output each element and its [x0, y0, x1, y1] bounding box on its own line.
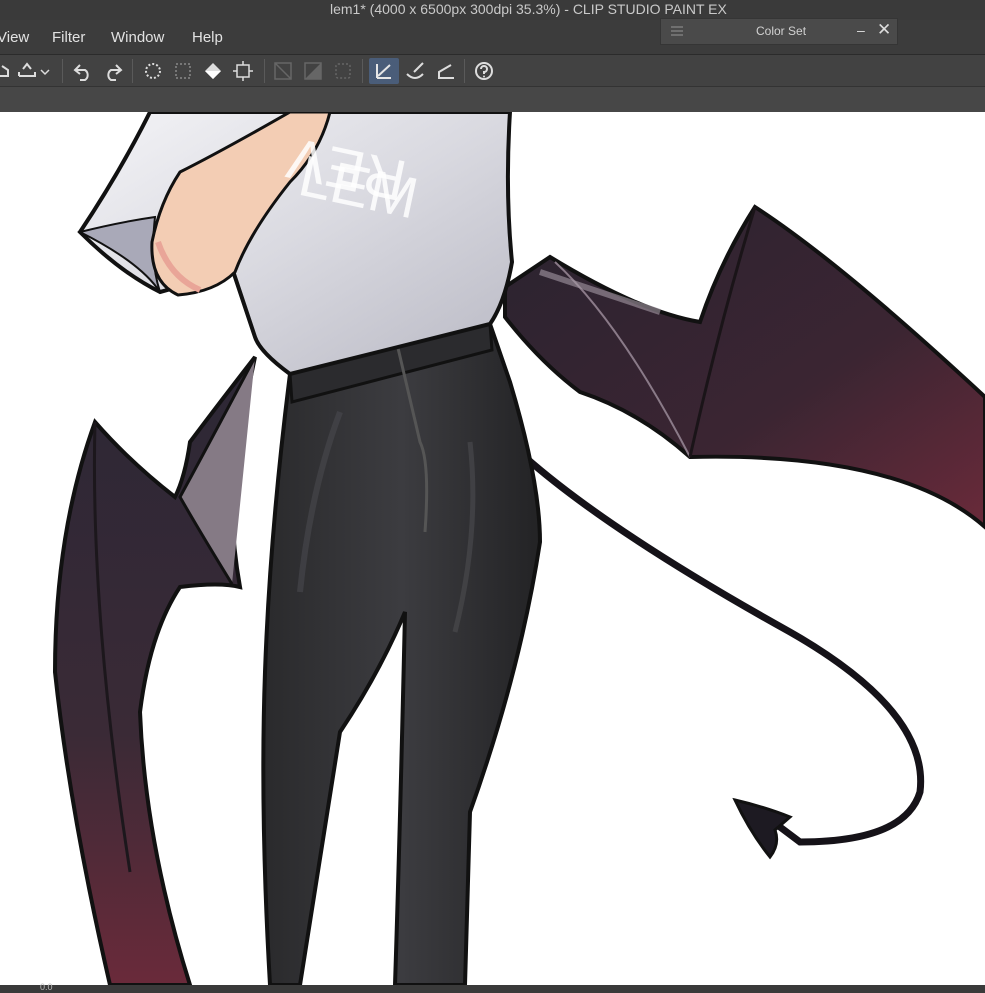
- menu-filter[interactable]: Filter: [52, 29, 85, 46]
- eraser-icon[interactable]: [433, 58, 459, 84]
- deselect-icon[interactable]: [170, 58, 196, 84]
- redo-icon[interactable]: [100, 58, 126, 84]
- drawing-canvas[interactable]: LEM REV: [0, 112, 985, 985]
- fill-bucket-icon[interactable]: [200, 58, 226, 84]
- zoom-readout: 0.0: [40, 982, 53, 992]
- tool-property-bar: [0, 86, 985, 113]
- menu-view[interactable]: View: [0, 29, 29, 46]
- toolbar-separator: [264, 59, 265, 83]
- panel-title: Color Set: [756, 24, 807, 38]
- toolbar-separator: [62, 59, 63, 83]
- chevron-down-icon[interactable]: [38, 58, 52, 84]
- menu-grip-icon[interactable]: [671, 25, 683, 37]
- transform-icon[interactable]: [230, 58, 256, 84]
- toolbar-separator: [132, 59, 133, 83]
- ruler-icon[interactable]: [270, 58, 296, 84]
- undo-icon[interactable]: [70, 58, 96, 84]
- tail: [521, 453, 925, 846]
- status-bar: 0.0: [0, 982, 985, 993]
- pen-icon[interactable]: [369, 58, 399, 84]
- pants: [261, 321, 543, 985]
- toolbar-separator: [464, 59, 465, 83]
- fill-icon[interactable]: [14, 58, 40, 84]
- select-all-icon[interactable]: [140, 58, 166, 84]
- color-set-panel[interactable]: Color Set – ✕: [660, 18, 898, 45]
- menu-window[interactable]: Window: [111, 29, 164, 46]
- right-wing: [503, 204, 985, 530]
- command-bar: [0, 54, 985, 87]
- artwork: LEM REV: [52, 112, 985, 985]
- title-bar: lem1* (4000 x 6500px 300dpi 35.3%) - CLI…: [0, 0, 985, 20]
- ruler-icon[interactable]: [330, 58, 356, 84]
- help-icon[interactable]: [471, 58, 497, 84]
- ruler-icon[interactable]: [300, 58, 326, 84]
- close-button[interactable]: ✕: [877, 20, 891, 40]
- brush-icon[interactable]: [402, 58, 428, 84]
- menu-help[interactable]: Help: [192, 29, 223, 46]
- toolbar-separator: [362, 59, 363, 83]
- minimize-button[interactable]: –: [857, 22, 865, 38]
- window-title: lem1* (4000 x 6500px 300dpi 35.3%) - CLI…: [330, 1, 727, 17]
